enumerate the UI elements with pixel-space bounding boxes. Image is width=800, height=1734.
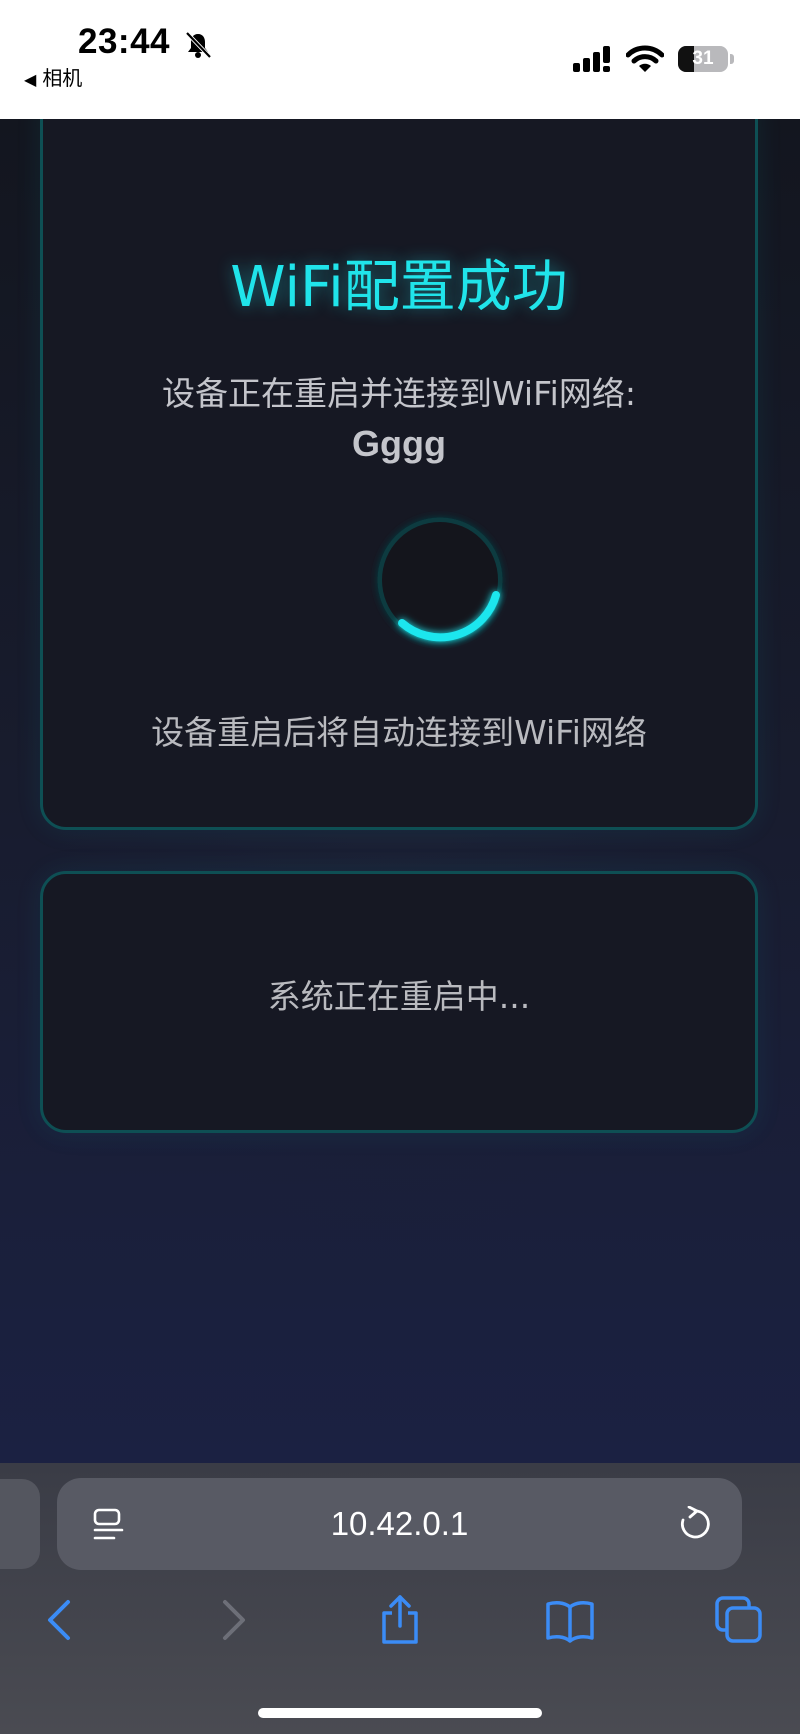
battery-indicator: 31 <box>678 46 728 72</box>
battery-tip <box>730 54 734 64</box>
auto-connect-note: 设备重启后将自动连接到WiFi网络 <box>151 713 647 752</box>
system-status-card: 系统正在重启中... <box>40 871 758 1133</box>
web-content: WiFi配置成功 设备正在重启并连接到WiFi网络: Gggg 设备重启后将自动… <box>0 119 800 1463</box>
previous-tab-preview[interactable] <box>0 1479 40 1569</box>
address-bar[interactable]: 10.42.0.1 <box>57 1478 742 1570</box>
share-icon[interactable] <box>375 1595 425 1645</box>
success-card: WiFi配置成功 设备正在重启并连接到WiFi网络: Gggg 设备重启后将自动… <box>40 119 758 830</box>
status-bar: 23:44 ◀ 相机 31 <box>0 0 800 119</box>
status-message: 设备正在重启并连接到WiFi网络: <box>162 374 636 413</box>
status-time: 23:44 <box>78 22 171 61</box>
back-to-app-link[interactable]: ◀ 相机 <box>24 62 82 91</box>
reload-icon[interactable] <box>677 1506 713 1542</box>
battery-level-text: 31 <box>692 48 714 69</box>
wifi-ssid: Gggg <box>352 423 446 464</box>
forward-icon[interactable] <box>207 1595 257 1645</box>
url-text[interactable]: 10.42.0.1 <box>57 1505 742 1543</box>
home-indicator[interactable] <box>258 1708 542 1718</box>
bell-muted-icon <box>185 31 212 59</box>
cellular-signal-icon <box>573 46 610 72</box>
wifi-status-icon <box>626 45 664 72</box>
loading-spinner-icon <box>377 517 503 643</box>
page-title: WiFi配置成功 <box>230 255 568 320</box>
system-restart-text: 系统正在重启中... <box>267 977 531 1016</box>
back-triangle-icon: ◀ <box>24 70 37 89</box>
tabs-icon[interactable] <box>714 1595 764 1645</box>
bookmarks-icon[interactable] <box>545 1595 595 1645</box>
back-app-label: 相机 <box>42 66 83 90</box>
browser-toolbar: 10.42.0.1 <box>0 1463 800 1734</box>
back-icon[interactable] <box>36 1595 86 1645</box>
